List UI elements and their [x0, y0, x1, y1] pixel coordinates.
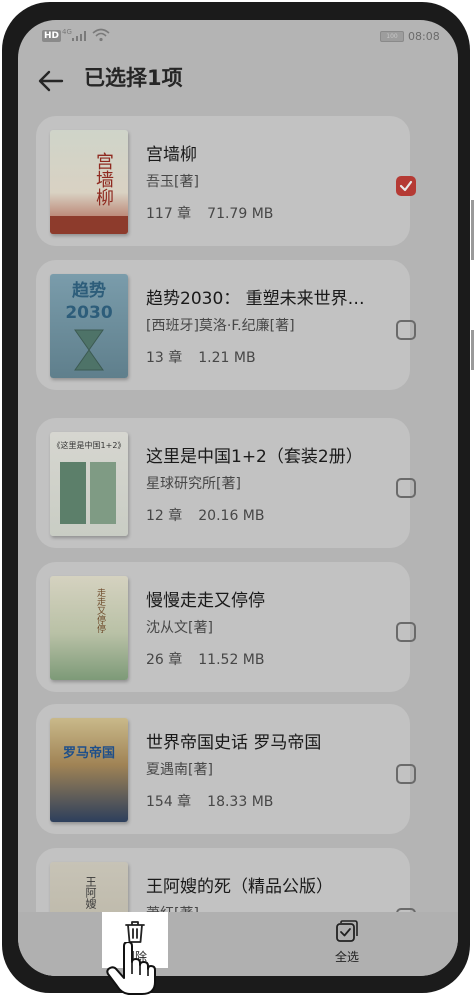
chapter-count: 26 章 — [146, 652, 183, 668]
select-all-icon — [336, 920, 358, 942]
signal-icon — [72, 31, 86, 41]
book-title: 王阿嫂的死（精品公版） — [146, 877, 333, 897]
book-author: 吾玉[著] — [146, 174, 199, 190]
select-all-label: 全选 — [334, 950, 359, 964]
book-card[interactable]: 宫墙柳 宫墙柳 吾玉[著] 117 章 71.79 MB — [36, 116, 416, 246]
book-author: 沈从文[著] — [146, 620, 213, 636]
book-cover: 走走又停停 — [50, 576, 128, 680]
book-author: 星球研究所[著] — [146, 476, 241, 492]
phone-frame: HD 4G 100 08:08 已选择1项 宫墙柳 宫墙柳 吾玉[著] 117 … — [2, 2, 470, 993]
book-meta: 26 章 11.52 MB — [146, 650, 264, 670]
trash-icon — [125, 921, 145, 943]
status-bar: HD 4G 100 08:08 — [18, 20, 458, 48]
page-title: 已选择1项 — [84, 66, 183, 90]
chapter-count: 12 章 — [146, 508, 183, 524]
back-arrow-icon[interactable] — [36, 66, 66, 96]
hand-pointer-icon — [106, 942, 156, 995]
wifi-icon — [92, 28, 110, 42]
book-title: 这里是中国1+2（套装2册） — [146, 447, 363, 467]
book-title: 慢慢走走又停停 — [146, 591, 265, 611]
book-cover: 宫墙柳 — [50, 130, 128, 234]
signal-label: 4G — [62, 28, 72, 36]
checkmark-icon — [399, 180, 413, 192]
chapter-count: 117 章 — [146, 206, 192, 222]
file-size: 71.79 MB — [207, 206, 274, 222]
file-size: 18.33 MB — [207, 794, 274, 810]
file-size: 1.21 MB — [198, 350, 256, 366]
book-meta: 154 章 18.33 MB — [146, 792, 273, 812]
cover-title: 走走又停停 — [95, 588, 105, 633]
status-time: 08:08 — [408, 30, 440, 43]
book-cover: 趋势 2030 — [50, 274, 128, 378]
hourglass-illustration — [74, 329, 104, 371]
book-cover: 罗马帝国 — [50, 718, 128, 822]
bottom-action-bar: 删除 全选 — [18, 912, 458, 976]
book-cover: 《这里是中国1+2》 — [50, 432, 128, 536]
screen: HD 4G 100 08:08 已选择1项 宫墙柳 宫墙柳 吾玉[著] 117 … — [18, 20, 458, 976]
book-card[interactable]: 《这里是中国1+2》 这里是中国1+2（套装2册） 星球研究所[著] 12 章 2… — [36, 418, 416, 548]
chapter-count: 154 章 — [146, 794, 192, 810]
book-card[interactable]: 趋势 2030 趋势2030： 重塑未来世界的八大趋势 [西班牙]莫洛·F.纪廉… — [36, 260, 416, 390]
book-author: [西班牙]莫洛·F.纪廉[著] — [146, 318, 295, 334]
book-author: 夏遇南[著] — [146, 762, 213, 778]
book-meta: 13 章 1.21 MB — [146, 348, 256, 368]
cover-title: 罗马帝国 — [62, 746, 115, 761]
book-checkbox[interactable] — [396, 176, 416, 196]
book-checkbox[interactable] — [396, 320, 416, 340]
cover-title: 王阿嫂 — [84, 876, 97, 909]
book-card[interactable]: 走走又停停 慢慢走走又停停 沈从文[著] 26 章 11.52 MB — [36, 562, 416, 692]
book-checkbox[interactable] — [396, 764, 416, 784]
book-title: 趋势2030： 重塑未来世界的八大趋势 — [146, 289, 374, 309]
battery-icon: 100 — [380, 31, 404, 42]
file-size: 11.52 MB — [198, 652, 265, 668]
cover-title: 宫墙柳 — [93, 152, 114, 206]
select-all-button[interactable]: 全选 — [314, 912, 380, 968]
book-meta: 12 章 20.16 MB — [146, 506, 264, 526]
book-card[interactable]: 罗马帝国 世界帝国史话 罗马帝国 夏遇南[著] 154 章 18.33 MB — [36, 704, 416, 834]
book-checkbox[interactable] — [396, 478, 416, 498]
book-checkbox[interactable] — [396, 622, 416, 642]
network-badge: HD — [42, 30, 62, 42]
book-title: 世界帝国史话 罗马帝国 — [146, 733, 322, 753]
file-size: 20.16 MB — [198, 508, 265, 524]
book-meta: 117 章 71.79 MB — [146, 204, 273, 224]
chapter-count: 13 章 — [146, 350, 183, 366]
cover-title: 趋势 2030 — [65, 281, 113, 323]
book-title: 宫墙柳 — [146, 145, 197, 165]
cover-title: 《这里是中国1+2》 — [52, 441, 126, 450]
